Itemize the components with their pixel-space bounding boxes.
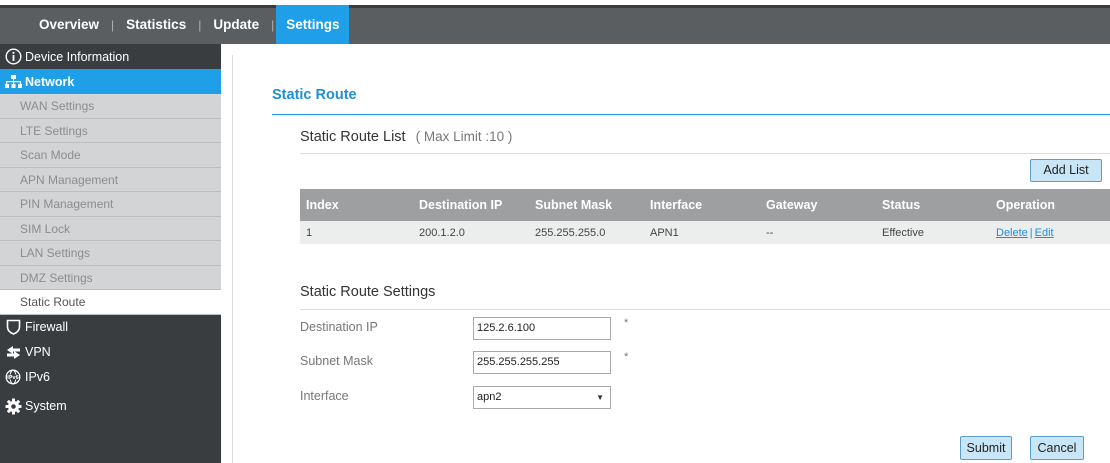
sidebar-item-label: System (25, 399, 67, 413)
cell-gateway: -- (766, 221, 882, 244)
subnet-mask-field[interactable]: 255.255.255.255 (473, 351, 611, 374)
sidebar-item-pin-management[interactable]: PIN Management (0, 192, 221, 217)
page-title: Static Route (272, 87, 357, 103)
destination-ip-label: Destination IP (300, 320, 378, 334)
sidebar-item-lan-settings[interactable]: LAN Settings (0, 241, 221, 266)
top-nav-strip: Overview | Statistics | Update | Setting… (0, 5, 1110, 44)
table-header-row: Index Destination IP Subnet Mask Interfa… (300, 189, 1110, 221)
sidebar-item-sim-lock[interactable]: SIM Lock (0, 216, 221, 241)
tab-overview[interactable]: Overview (39, 5, 109, 44)
cell-subnet-mask: 255.255.255.0 (535, 221, 650, 244)
column-header: Destination IP (419, 189, 535, 221)
tab-settings[interactable]: Settings (276, 5, 350, 44)
nav-separator: | (271, 17, 275, 32)
sidebar-item-label: Network (25, 74, 75, 89)
chevron-down-icon: ▼ (596, 393, 604, 402)
column-header: Operation (996, 189, 1110, 221)
tab-statistics[interactable]: Statistics (116, 5, 196, 44)
cell-status: Effective (882, 221, 996, 244)
sidebar-item-dmz-settings[interactable]: DMZ Settings (0, 265, 221, 290)
operation-separator: | (1029, 226, 1033, 239)
required-mark: * (624, 351, 629, 363)
top-nav-bar: Overview | Statistics | Update | Setting… (0, 0, 1110, 44)
add-list-button[interactable]: Add List (1030, 159, 1102, 182)
nav-separator: | (111, 17, 115, 32)
sidebar-item-lte-settings[interactable]: LTE Settings (0, 118, 221, 143)
static-route-list-heading: Static Route List ( Max Limit :10 ) (300, 129, 512, 145)
edit-link[interactable]: Edit (1035, 227, 1054, 239)
sidebar-item-scan-mode[interactable]: Scan Mode (0, 143, 221, 168)
column-header: Gateway (766, 189, 882, 221)
network-icon (4, 73, 22, 91)
sidebar-item-ipv6[interactable]: IPv6 IPv6 (0, 365, 221, 390)
sidebar-item-static-route[interactable]: Static Route (0, 290, 221, 315)
interface-label: Interface (300, 389, 349, 403)
interface-selected-value: apn2 (477, 391, 502, 403)
destination-ip-field[interactable]: 125.2.6.100 (473, 317, 611, 340)
title-divider (272, 114, 1110, 115)
cell-destination-ip: 200.1.2.0 (419, 221, 535, 244)
submit-button[interactable]: Submit (960, 436, 1012, 460)
section-title: Static Route List (300, 129, 406, 145)
svg-text:IPv6: IPv6 (7, 375, 19, 381)
sidebar-item-system[interactable]: System (0, 394, 221, 419)
delete-link[interactable]: Delete (996, 227, 1028, 239)
sidebar-item-apn-management[interactable]: APN Management (0, 167, 221, 192)
static-route-table: Index Destination IP Subnet Mask Interfa… (300, 189, 1110, 244)
nav-separator: | (198, 17, 202, 32)
sidebar-item-label: VPN (25, 345, 51, 359)
section-divider (300, 153, 1110, 154)
main-nav: Overview | Statistics | Update | Setting… (39, 5, 350, 44)
sidebar-item-label: IPv6 (25, 370, 51, 384)
cell-index: 1 (300, 221, 419, 244)
shield-icon (4, 318, 22, 336)
sidebar-item-wan-settings[interactable]: WAN Settings (0, 94, 221, 119)
subnet-mask-label: Subnet Mask (300, 354, 373, 368)
ipv6-globe-icon: IPv6 (4, 368, 22, 386)
column-header: Index (300, 189, 419, 221)
main-content: Static Route Static Route List ( Max Limi… (232, 55, 1110, 463)
required-mark: * (624, 317, 629, 329)
tab-update[interactable]: Update (203, 5, 269, 44)
sidebar-item-firewall[interactable]: Firewall (0, 315, 221, 340)
cell-operation: Delete | Edit (996, 221, 1110, 244)
cell-interface: APN1 (650, 221, 766, 244)
gear-icon (4, 397, 22, 415)
column-header: Subnet Mask (535, 189, 650, 221)
max-limit-note: ( Max Limit :10 ) (415, 129, 513, 144)
sidebar-item-network[interactable]: Network (0, 69, 221, 94)
section-divider (300, 309, 1110, 310)
sidebar-item-label: Device Information (25, 49, 130, 64)
cancel-button[interactable]: Cancel (1030, 436, 1084, 460)
sidebar-item-device-information[interactable]: Device Information (0, 44, 221, 69)
sidebar-item-vpn[interactable]: VPN (0, 340, 221, 365)
column-header: Status (882, 189, 996, 221)
interface-select[interactable]: apn2 ▼ (473, 386, 611, 409)
vpn-arrows-icon (4, 343, 22, 361)
static-route-settings-heading: Static Route Settings (300, 284, 436, 300)
info-icon (4, 48, 22, 66)
sidebar-item-label: Firewall (25, 320, 69, 334)
table-row: 1 200.1.2.0 255.255.255.0 APN1 -- Effect… (300, 221, 1110, 244)
column-header: Interface (650, 189, 766, 221)
sidebar: Device Information Network WAN Settings … (0, 44, 221, 463)
